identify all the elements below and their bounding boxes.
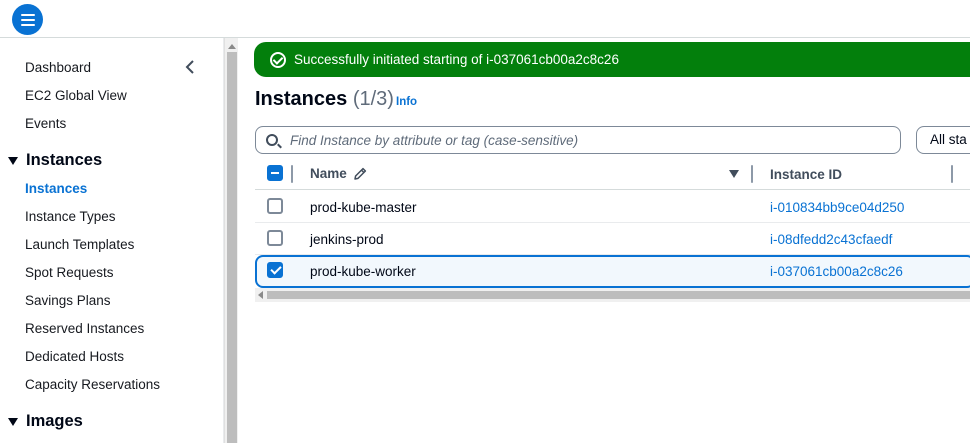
page-title: Instances (1/3)	[255, 88, 394, 111]
caret-down-icon	[8, 156, 18, 165]
top-bar	[0, 0, 970, 38]
column-divider[interactable]	[951, 165, 953, 183]
sidebar-item-dedicated-hosts[interactable]: Dedicated Hosts	[25, 349, 124, 364]
sidebar-item-instance-types[interactable]: Instance Types	[25, 209, 116, 224]
scroll-up-arrow-icon[interactable]	[228, 44, 236, 49]
check-circle-icon	[270, 51, 286, 68]
table-row[interactable]: prod-kube-master i-010834bb9ce04d250	[255, 191, 970, 223]
info-link[interactable]: Info	[396, 96, 417, 108]
column-header-name[interactable]: Name	[310, 166, 347, 181]
instance-id-link[interactable]: i-08dfedd2c43cfaedf	[770, 232, 892, 247]
search-box[interactable]	[255, 126, 901, 154]
instance-state-filter[interactable]: All sta	[916, 126, 970, 154]
column-divider[interactable]	[751, 165, 753, 183]
sidebar-section-label: Instances	[26, 151, 103, 169]
row-checkbox[interactable]	[267, 198, 283, 214]
scrollbar-thumb[interactable]	[267, 291, 970, 299]
search-icon	[266, 134, 278, 146]
selection-count: (1/3)	[352, 88, 394, 110]
row-checkbox[interactable]	[267, 230, 283, 246]
sidebar-item-spot-requests[interactable]: Spot Requests	[25, 265, 114, 280]
sidebar-section-instances[interactable]: Instances	[8, 151, 102, 170]
sidebar-section-label: Images	[26, 412, 83, 430]
sidebar-section-images[interactable]: Images	[8, 412, 83, 431]
instance-id-link[interactable]: i-010834bb9ce04d250	[770, 200, 904, 215]
sidebar-scrollbar[interactable]	[224, 38, 238, 443]
row-checkbox-checked[interactable]	[267, 262, 283, 278]
sidebar-item-ec2-global-view[interactable]: EC2 Global View	[25, 88, 127, 103]
instance-id-link[interactable]: i-037061cb00a2c8c26	[770, 264, 903, 279]
sort-descending-icon[interactable]	[729, 170, 739, 178]
sidebar-item-instances[interactable]: Instances	[25, 181, 87, 196]
scrollbar-thumb[interactable]	[227, 52, 237, 443]
column-divider[interactable]	[291, 165, 293, 183]
select-all-checkbox[interactable]	[267, 165, 283, 181]
sidebar-item-dashboard[interactable]: Dashboard	[25, 60, 91, 75]
edit-pencil-icon[interactable]	[353, 167, 367, 181]
scroll-left-arrow-icon[interactable]	[258, 291, 263, 299]
table-horizontal-scrollbar[interactable]	[255, 288, 970, 302]
instance-name: prod-kube-worker	[310, 264, 416, 279]
instance-name: prod-kube-master	[310, 200, 417, 215]
table-header: Name Instance ID	[255, 158, 970, 190]
success-flash-banner: Successfully initiated starting of i-037…	[254, 42, 970, 77]
flash-message: Successfully initiated starting of i-037…	[294, 52, 619, 67]
sidebar-item-reserved-instances[interactable]: Reserved Instances	[25, 321, 144, 336]
sidebar-item-launch-templates[interactable]: Launch Templates	[25, 237, 134, 252]
column-header-instance-id[interactable]: Instance ID	[770, 167, 842, 182]
sidebar: Dashboard EC2 Global View Events Instanc…	[0, 38, 224, 443]
sidebar-item-savings-plans[interactable]: Savings Plans	[25, 293, 111, 308]
sidebar-item-events[interactable]: Events	[25, 116, 66, 131]
instance-name: jenkins-prod	[310, 232, 384, 247]
page-title-text: Instances	[255, 88, 348, 110]
sidebar-item-capacity-reservations[interactable]: Capacity Reservations	[25, 377, 160, 392]
table-row[interactable]: jenkins-prod i-08dfedd2c43cfaedf	[255, 223, 970, 255]
table-row-selected[interactable]: prod-kube-worker i-037061cb00a2c8c26	[255, 255, 970, 288]
chevron-left-icon[interactable]	[184, 60, 198, 74]
caret-down-icon	[8, 417, 18, 426]
search-input[interactable]	[290, 132, 880, 148]
menu-icon[interactable]	[12, 4, 43, 35]
